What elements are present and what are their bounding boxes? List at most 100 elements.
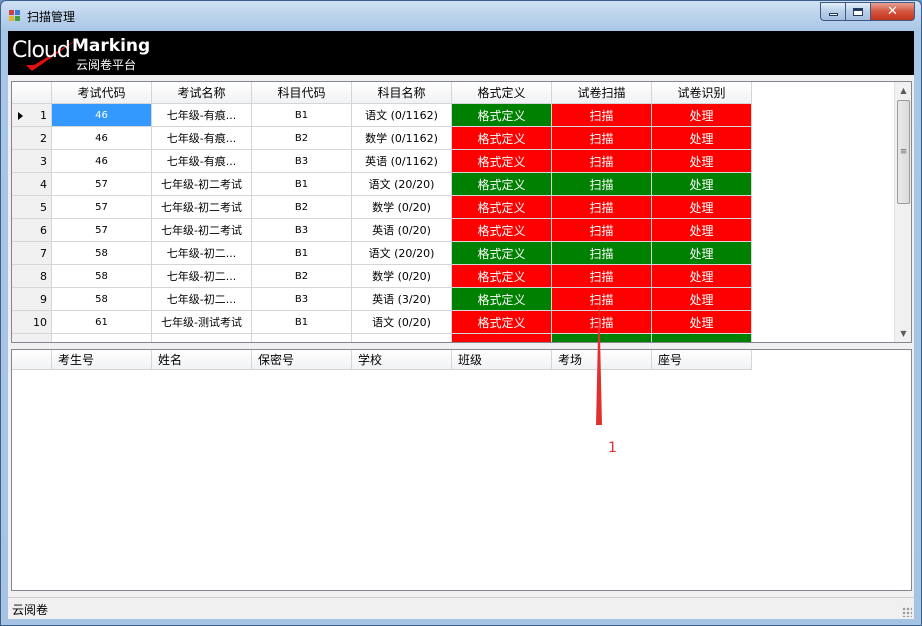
- cell-code[interactable]: 58: [52, 265, 152, 288]
- exam-grid-vscrollbar[interactable]: ▲ ≡ ▼: [894, 82, 911, 342]
- cell-code[interactable]: 61: [52, 311, 152, 334]
- row-header[interactable]: [12, 334, 52, 342]
- cell-subj[interactable]: B1: [252, 242, 352, 265]
- col-exam-room-header[interactable]: 考场: [552, 350, 652, 370]
- cell-name[interactable]: 七年级-初二考试: [152, 173, 252, 196]
- cell-name[interactable]: 七年级-初二...: [152, 265, 252, 288]
- cell-subj-name[interactable]: 语文 (0/1162): [352, 104, 452, 127]
- scan-button[interactable]: 扫描: [552, 150, 652, 173]
- format-def-button[interactable]: 格式定义: [452, 127, 552, 150]
- scan-button[interactable]: 扫描: [552, 242, 652, 265]
- resize-grip-icon[interactable]: [902, 607, 912, 617]
- maximize-button[interactable]: [846, 2, 871, 21]
- cell-code[interactable]: 46: [52, 127, 152, 150]
- process-button[interactable]: 处理: [652, 150, 752, 173]
- row-header[interactable]: 1: [12, 104, 52, 127]
- col-seat-no-header[interactable]: 座号: [652, 350, 752, 370]
- row-header[interactable]: 3: [12, 150, 52, 173]
- format-def-button[interactable]: 格式定义: [452, 150, 552, 173]
- cell-code[interactable]: 58: [52, 242, 152, 265]
- format-def-button[interactable]: 格式定义: [452, 288, 552, 311]
- cell-code[interactable]: 57: [52, 196, 152, 219]
- scroll-down-icon[interactable]: ▼: [895, 325, 911, 342]
- cell-subj-name[interactable]: 英语 (3/20): [352, 288, 452, 311]
- cell-code[interactable]: 46: [52, 150, 152, 173]
- scroll-up-icon[interactable]: ▲: [895, 82, 911, 99]
- format-def-button[interactable]: 格式定义: [452, 311, 552, 334]
- format-def-button[interactable]: 格式定义: [452, 196, 552, 219]
- process-button[interactable]: 处理: [652, 288, 752, 311]
- cell-subj[interactable]: B2: [252, 196, 352, 219]
- col-paper-recognize-header[interactable]: 试卷识别: [652, 82, 752, 104]
- process-button[interactable]: 处理: [652, 242, 752, 265]
- cell-subj[interactable]: B2: [252, 265, 352, 288]
- cell-subj-name[interactable]: 数学 (0/20): [352, 196, 452, 219]
- col-format-def-header[interactable]: 格式定义: [452, 82, 552, 104]
- process-button[interactable]: 处理: [652, 196, 752, 219]
- format-def-button[interactable]: 格式定义: [452, 173, 552, 196]
- col-exam-name-header[interactable]: 考试名称: [152, 82, 252, 104]
- col-paper-scan-header[interactable]: 试卷扫描: [552, 82, 652, 104]
- cell-subj[interactable]: B3: [252, 150, 352, 173]
- close-button[interactable]: ✕: [871, 2, 915, 21]
- scan-button[interactable]: 扫描: [552, 104, 652, 127]
- row-header[interactable]: 2: [12, 127, 52, 150]
- format-def-button[interactable]: 格式定义: [452, 104, 552, 127]
- row-header[interactable]: 4: [12, 173, 52, 196]
- cell-subj[interactable]: B1: [252, 311, 352, 334]
- row-header[interactable]: 7: [12, 242, 52, 265]
- scan-button[interactable]: 扫描: [552, 127, 652, 150]
- title-bar[interactable]: 扫描管理 ✕: [1, 1, 921, 31]
- process-button[interactable]: 处理: [652, 127, 752, 150]
- col-name-header[interactable]: 姓名: [152, 350, 252, 370]
- cell-code[interactable]: 46: [52, 104, 152, 127]
- cell-subj[interactable]: B1: [252, 173, 352, 196]
- cell-subj-name[interactable]: 语文 (0/20): [352, 311, 452, 334]
- row-header[interactable]: 6: [12, 219, 52, 242]
- col-secret-no-header[interactable]: 保密号: [252, 350, 352, 370]
- process-button[interactable]: 处理: [652, 311, 752, 334]
- format-def-button[interactable]: 格式定义: [452, 219, 552, 242]
- cell-subj[interactable]: B3: [252, 219, 352, 242]
- cell-name[interactable]: 七年级-有痕...: [152, 104, 252, 127]
- minimize-button[interactable]: [820, 2, 846, 21]
- cell-name[interactable]: 七年级-初二...: [152, 288, 252, 311]
- cell-name[interactable]: 七年级-测试考试: [152, 311, 252, 334]
- cell-subj-name[interactable]: 语文 (20/20): [352, 242, 452, 265]
- cell-subj[interactable]: B3: [252, 288, 352, 311]
- format-def-button[interactable]: 格式定义: [452, 242, 552, 265]
- col-class-header[interactable]: 班级: [452, 350, 552, 370]
- process-button[interactable]: 处理: [652, 173, 752, 196]
- scan-button[interactable]: 扫描: [552, 196, 652, 219]
- scan-button[interactable]: 扫描: [552, 288, 652, 311]
- process-button[interactable]: 处理: [652, 219, 752, 242]
- cell-subj-name[interactable]: 语文 (20/20): [352, 173, 452, 196]
- row-header[interactable]: 10: [12, 311, 52, 334]
- row-header[interactable]: 5: [12, 196, 52, 219]
- process-button[interactable]: 处理: [652, 104, 752, 127]
- cell-name[interactable]: 七年级-初二...: [152, 242, 252, 265]
- cell-name[interactable]: 七年级-有痕...: [152, 150, 252, 173]
- col-subject-name-header[interactable]: 科目名称: [352, 82, 452, 104]
- cell-name[interactable]: 七年级-有痕...: [152, 127, 252, 150]
- cell-subj[interactable]: B2: [252, 127, 352, 150]
- format-def-button[interactable]: 格式定义: [452, 265, 552, 288]
- cell-code[interactable]: 58: [52, 288, 152, 311]
- col-subject-code-header[interactable]: 科目代码: [252, 82, 352, 104]
- col-student-id-header[interactable]: 考生号: [52, 350, 152, 370]
- cell-subj-name[interactable]: 英语 (0/1162): [352, 150, 452, 173]
- col-school-header[interactable]: 学校: [352, 350, 452, 370]
- row-header[interactable]: 9: [12, 288, 52, 311]
- scan-button[interactable]: 扫描: [552, 173, 652, 196]
- cell-name[interactable]: 七年级-初二考试: [152, 196, 252, 219]
- cell-subj-name[interactable]: 数学 (0/20): [352, 265, 452, 288]
- cell-code[interactable]: 57: [52, 173, 152, 196]
- col-exam-code-header[interactable]: 考试代码: [52, 82, 152, 104]
- cell-name[interactable]: 七年级-初二考试: [152, 219, 252, 242]
- cell-code[interactable]: 57: [52, 219, 152, 242]
- scroll-thumb[interactable]: ≡: [897, 100, 910, 204]
- process-button[interactable]: 处理: [652, 265, 752, 288]
- exam-subject-grid[interactable]: ▲ ≡ ▼ 考试代码 考试名称 科目代码 科目名称 格式定义 试卷扫描 试卷识别 1 46 七年级…: [11, 81, 912, 343]
- cell-subj-name[interactable]: 英语 (0/20): [352, 219, 452, 242]
- scan-button[interactable]: 扫描: [552, 311, 652, 334]
